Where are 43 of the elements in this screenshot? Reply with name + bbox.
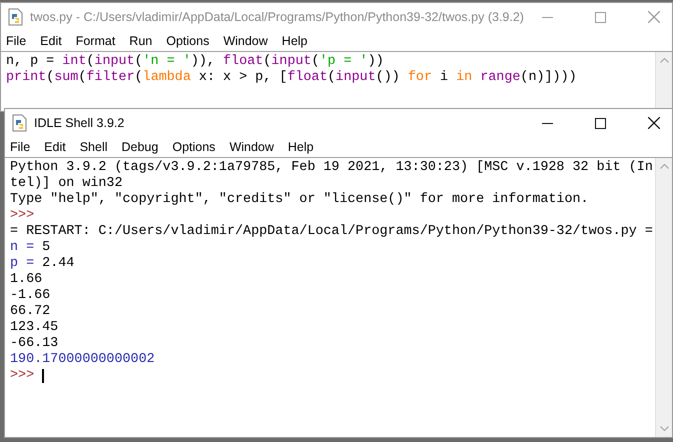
menu-item[interactable]: Help	[288, 138, 314, 156]
code-line: >>>	[10, 368, 44, 384]
menu-item[interactable]: Edit	[44, 138, 66, 156]
menu-item[interactable]: Options	[166, 32, 210, 50]
scroll-down-icon[interactable]	[660, 426, 668, 431]
scroll-up-icon[interactable]	[660, 58, 668, 63]
menu-item[interactable]: Run	[129, 32, 152, 50]
menu-item[interactable]: Options	[172, 138, 216, 156]
window-title: twos.py - C:/Users/vladimir/AppData/Local/Programs/Python/Python39-32/twos.py (3.9.2)	[30, 8, 524, 26]
code-line: Python 3.9.2 (tags/v3.9.2:1a79785, Feb 19 2021, 13:30:23) [MSC v.1928 32 bit (In	[10, 160, 653, 176]
code-line: = RESTART: C:/Users/vladimir/AppData/Local/Programs/Python/Python39-32/twos.py =	[10, 224, 653, 240]
scrollbar[interactable]	[655, 158, 672, 437]
code-line: print(sum(filter(lambda x: x > p, [float(input()) for i in range(n)])))	[6, 70, 577, 86]
minimize-icon[interactable]	[542, 122, 553, 124]
scrollbar[interactable]	[655, 52, 672, 111]
menu-item[interactable]: Format	[76, 32, 116, 50]
menu-item[interactable]: File	[6, 32, 26, 50]
code-line: 123.45	[10, 320, 58, 336]
menu-item[interactable]: Window	[229, 138, 274, 156]
document-icon	[8, 8, 24, 26]
code-line: 66.72	[10, 304, 50, 320]
code-line: tel)] on win32	[10, 176, 122, 192]
close-icon[interactable]	[648, 117, 660, 129]
code-line: n = 5	[10, 240, 50, 256]
text-cursor	[42, 369, 44, 383]
menu-item[interactable]: Shell	[80, 138, 108, 156]
menu-item[interactable]: Debug	[122, 138, 158, 156]
menu-item[interactable]: Help	[282, 32, 308, 50]
code-line: >>>	[10, 208, 34, 224]
maximize-icon[interactable]	[595, 118, 606, 128]
code-line: Type "help", "copyright", "credits" or "license()" for more information.	[10, 192, 589, 208]
code-line: -66.13	[10, 336, 58, 352]
code-line: n, p = int(input('n = ')), float(input('p = '))	[6, 54, 384, 70]
document-icon	[12, 114, 28, 132]
code-line: p = 2.44	[10, 256, 74, 272]
menu-item[interactable]: Edit	[40, 32, 62, 50]
window-title: IDLE Shell 3.9.2	[34, 114, 124, 132]
code-line: 190.17000000000002	[10, 352, 155, 368]
code-line: 1.66	[10, 272, 42, 288]
scroll-up-icon[interactable]	[660, 164, 668, 169]
menu-item[interactable]: File	[10, 138, 30, 156]
menu-item[interactable]: Window	[223, 32, 268, 50]
code-line: -1.66	[10, 288, 50, 304]
